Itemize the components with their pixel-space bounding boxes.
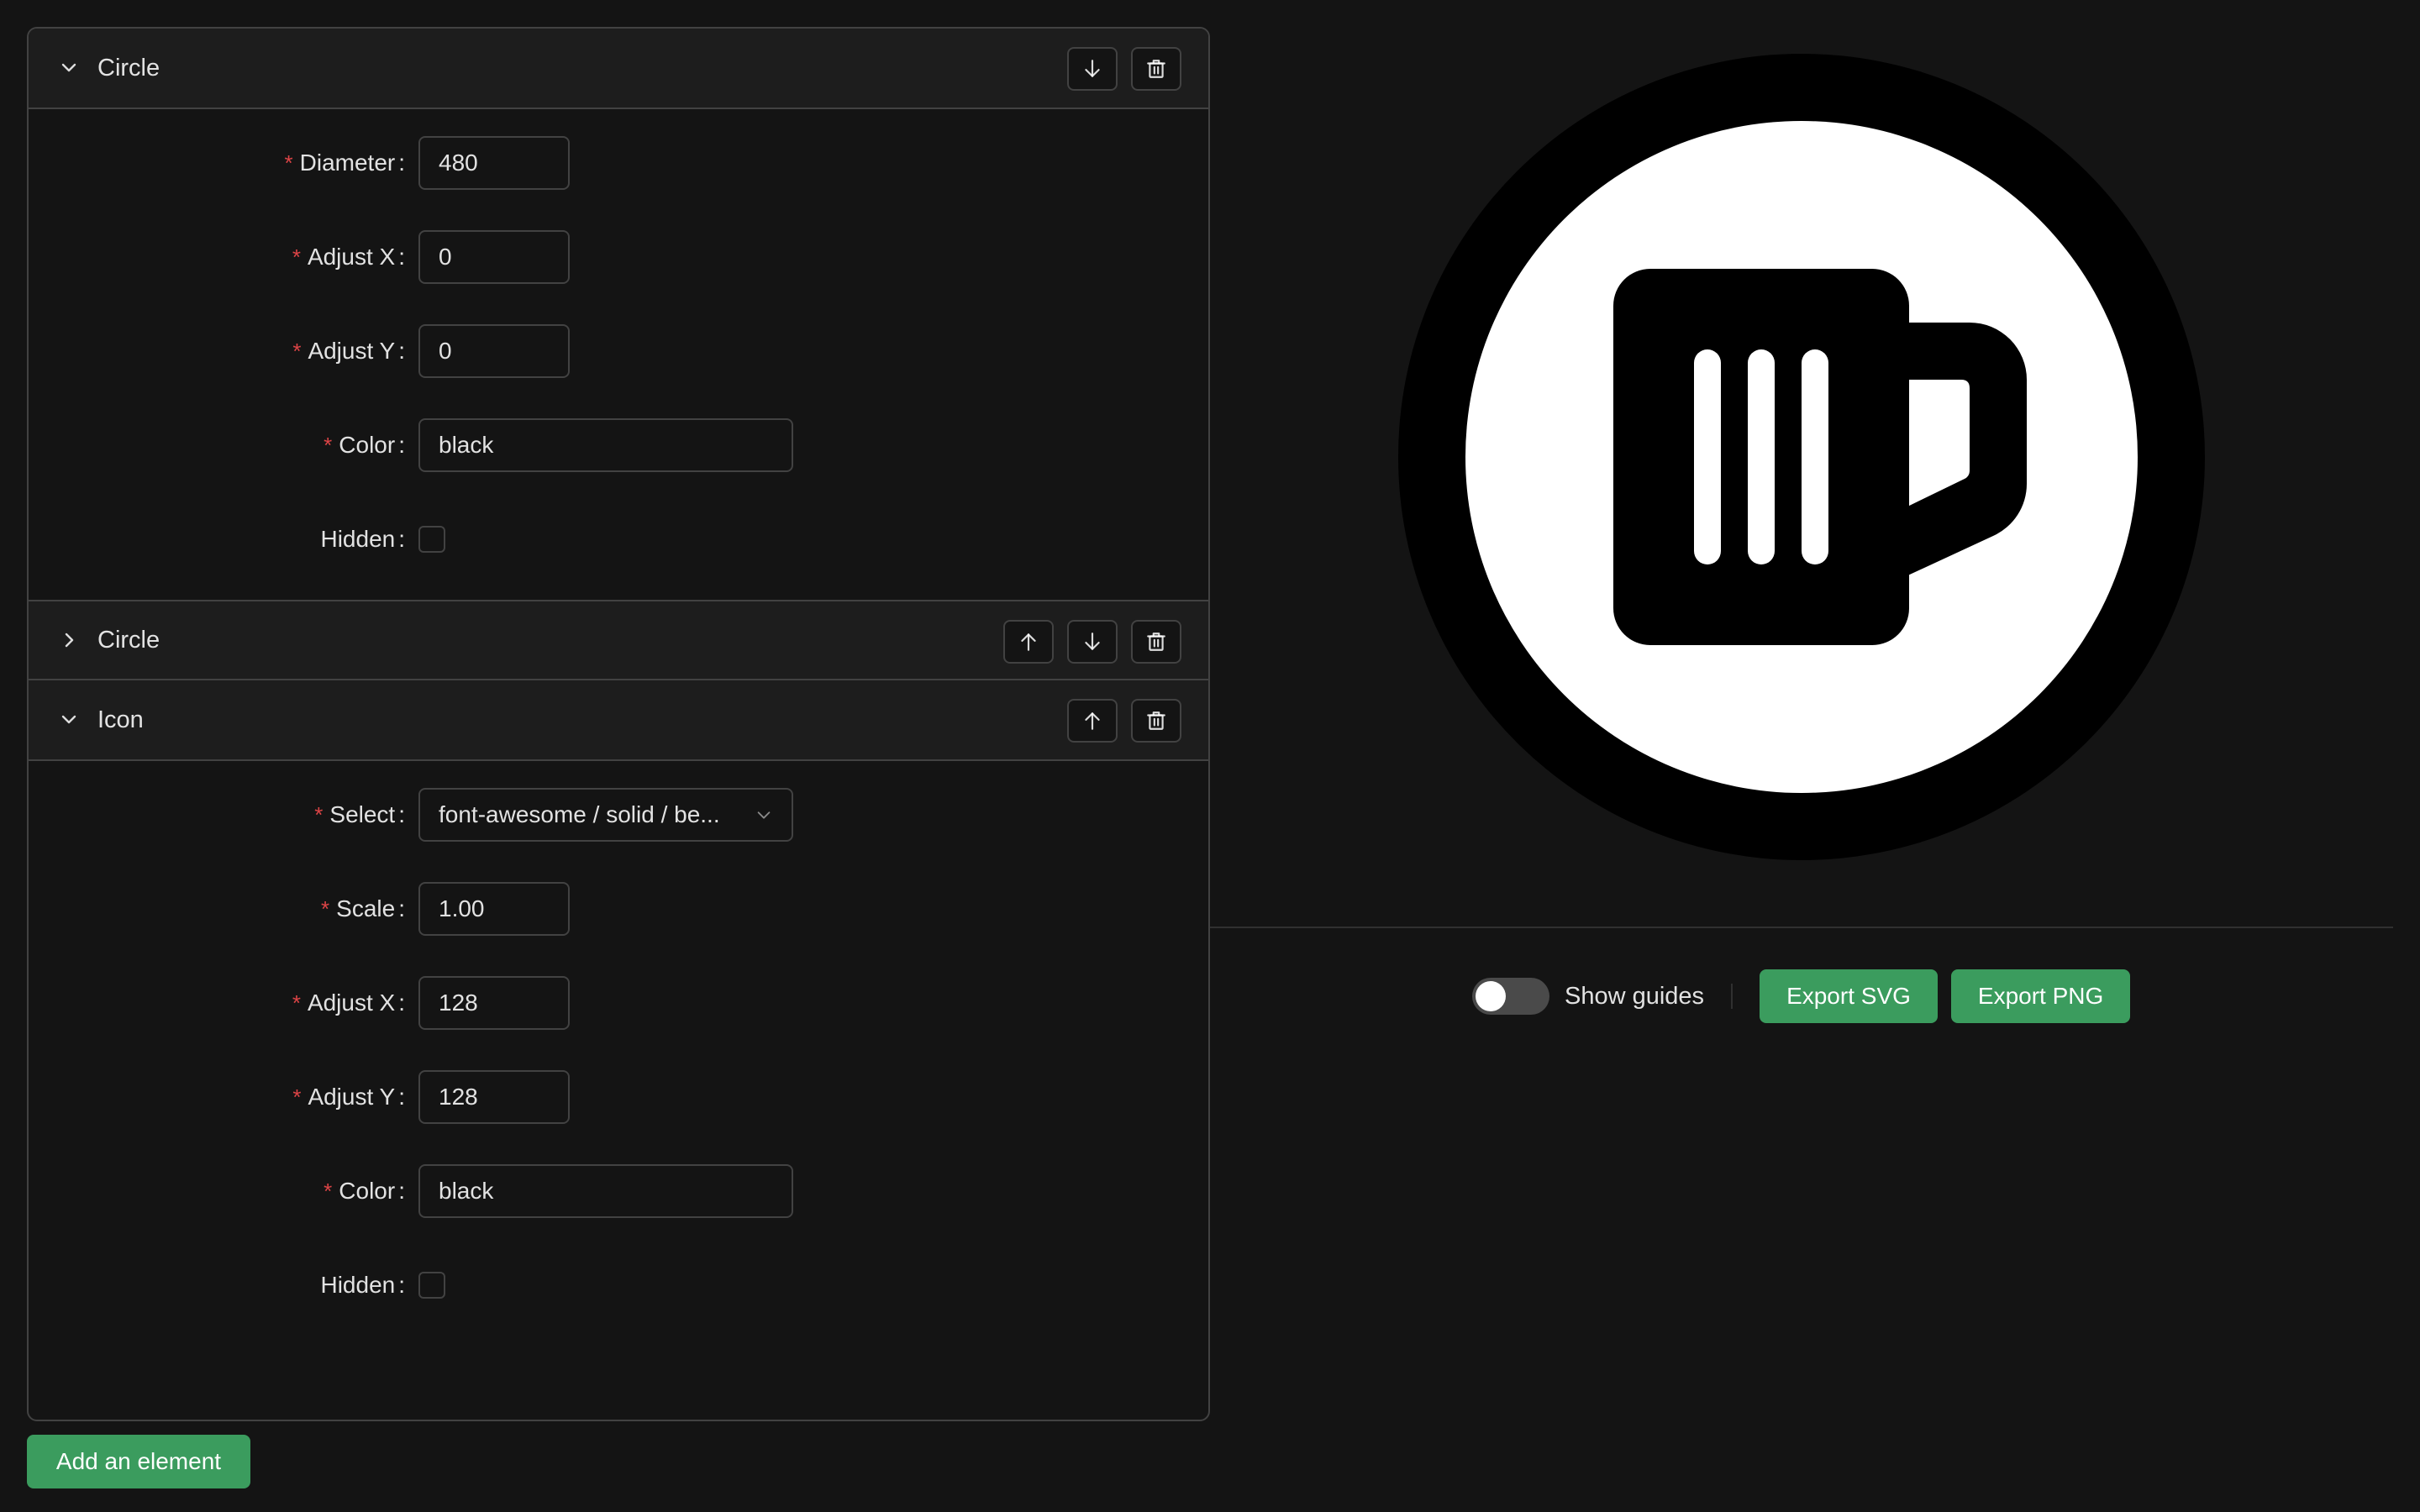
panel-header-circle-1[interactable]: Circle [29, 29, 1208, 109]
field-label: Adjust Y [308, 338, 396, 364]
chevron-down-icon[interactable] [55, 55, 82, 81]
panel-body-icon: * Select: font-awesome / solid / be... * S… [29, 761, 1208, 1346]
chevron-right-icon[interactable] [55, 627, 82, 654]
adjust-y-input[interactable]: 128 [418, 1070, 570, 1124]
field-label: Adjust X [307, 244, 396, 270]
form-row-adjust-x: * Adjust X: 128 [29, 976, 1208, 1030]
chevron-down-icon [757, 811, 771, 819]
required-mark: * [284, 150, 293, 176]
panel-actions [1067, 47, 1181, 91]
field-label: Hidden [320, 1272, 396, 1298]
form-row-scale: * Scale: 1.00 [29, 882, 1208, 936]
icon-select[interactable]: font-awesome / solid / be... [418, 788, 793, 842]
form-row-adjust-y: * Adjust Y: 128 [29, 1070, 1208, 1124]
required-mark: * [292, 990, 301, 1016]
diameter-input[interactable]: 480 [418, 136, 570, 190]
delete-button[interactable] [1131, 620, 1181, 664]
adjust-y-input[interactable]: 0 [418, 324, 570, 378]
chevron-down-icon[interactable] [55, 706, 82, 733]
field-label: Hidden [320, 526, 396, 552]
field-label: Color [339, 1178, 396, 1204]
export-svg-button[interactable]: Export SVG [1760, 969, 1938, 1023]
panel-actions [1003, 620, 1181, 664]
trash-icon [1147, 711, 1165, 730]
move-up-button[interactable] [1003, 620, 1054, 664]
move-up-button[interactable] [1067, 699, 1118, 743]
required-mark: * [292, 244, 301, 270]
field-label: Color [339, 432, 396, 458]
form-row-select: * Select: font-awesome / solid / be... [29, 788, 1208, 842]
form-row-color: * Color: black [29, 1164, 1208, 1218]
toggle-knob [1476, 981, 1506, 1011]
arrow-down-icon [1085, 60, 1100, 77]
required-mark: * [324, 433, 333, 458]
arrow-up-icon [1085, 712, 1100, 730]
arrow-down-icon [1085, 633, 1100, 650]
panel-header-circle-2[interactable]: Circle [29, 600, 1208, 680]
field-label: Diameter [299, 150, 396, 176]
required-mark: * [314, 802, 324, 827]
toolbar-separator [1731, 984, 1733, 1009]
panel-title: Circle [97, 626, 160, 654]
preview-divider [1210, 927, 2393, 928]
field-label: Adjust X [307, 990, 396, 1016]
field-label: Scale [336, 895, 396, 921]
panel-actions [1067, 699, 1181, 743]
form-row-hidden: Hidden: [29, 512, 1208, 566]
panel-body-circle-1: * Diameter: 480 * Adjust X: 0 * Adjust Y: 0… [29, 109, 1208, 600]
panel-title: Circle [97, 54, 160, 81]
adjust-x-input[interactable]: 128 [418, 976, 570, 1030]
arrow-up-icon [1021, 633, 1036, 651]
color-input[interactable]: black [418, 418, 793, 472]
icon-select-value: font-awesome / solid / be... [439, 801, 720, 827]
hidden-checkbox[interactable] [418, 526, 445, 553]
panel-title: Icon [97, 706, 144, 733]
trash-icon [1147, 633, 1165, 651]
form-row-adjust-x: * Adjust X: 0 [29, 230, 1208, 284]
panel-header-icon[interactable]: Icon [29, 680, 1208, 761]
required-mark: * [324, 1179, 333, 1204]
scale-input[interactable]: 1.00 [418, 882, 570, 936]
show-guides-toggle[interactable] [1472, 978, 1549, 1015]
app-root: Circle * Diameter: 480 * Adjust X: 0 * Adju… [0, 0, 2420, 1512]
preview-toolbar: Show guides Export SVG Export PNG [1472, 969, 2131, 1023]
form-row-hidden: Hidden: [29, 1258, 1208, 1312]
icon-preview [1398, 54, 2205, 860]
move-down-button[interactable] [1067, 47, 1118, 91]
element-editor: Circle * Diameter: 480 * Adjust X: 0 * Adju… [27, 27, 1210, 1421]
hidden-checkbox[interactable] [418, 1272, 445, 1299]
show-guides-label: Show guides [1565, 982, 1705, 1010]
move-down-button[interactable] [1067, 620, 1118, 664]
color-input[interactable]: black [418, 1164, 793, 1218]
field-label: Adjust Y [308, 1084, 396, 1110]
delete-button[interactable] [1131, 699, 1181, 743]
beer-mug-stripes [1694, 349, 1828, 564]
add-element-button[interactable]: Add an element [27, 1435, 250, 1488]
form-row-diameter: * Diameter: 480 [29, 136, 1208, 190]
form-row-adjust-y: * Adjust Y: 0 [29, 324, 1208, 378]
required-mark: * [292, 1084, 302, 1110]
field-label: Select [329, 801, 396, 827]
export-png-button[interactable]: Export PNG [1950, 969, 2131, 1023]
form-row-color: * Color: black [29, 418, 1208, 472]
required-mark: * [321, 896, 330, 921]
required-mark: * [292, 339, 302, 364]
delete-button[interactable] [1131, 47, 1181, 91]
adjust-x-input[interactable]: 0 [418, 230, 570, 284]
trash-icon [1147, 60, 1165, 78]
